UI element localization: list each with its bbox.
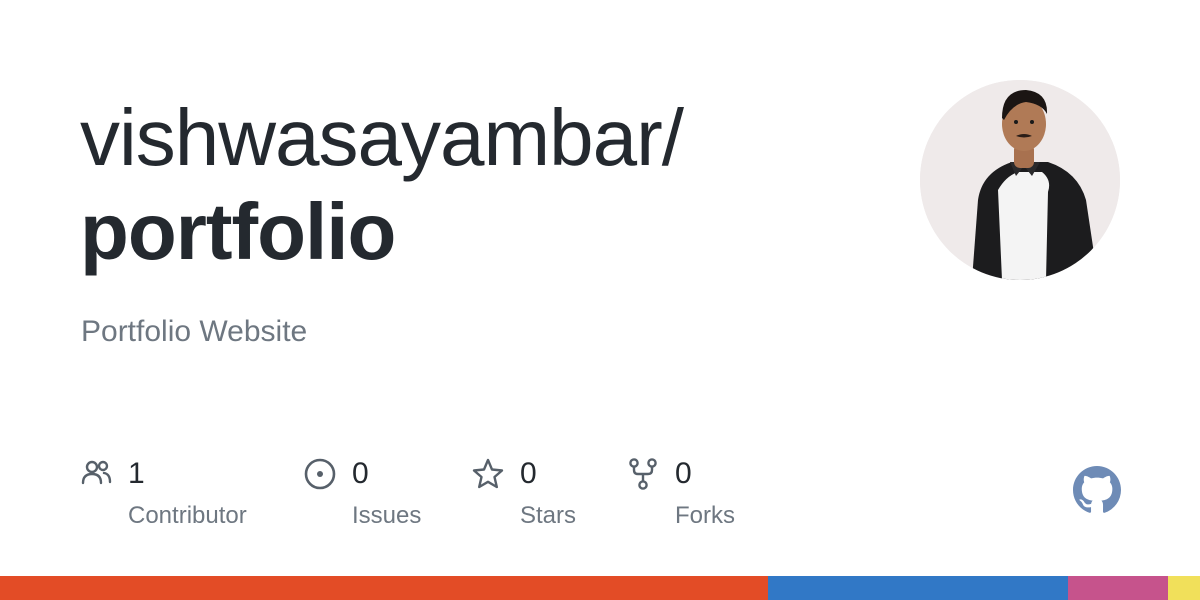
issue-opened-icon — [304, 458, 336, 490]
stat-label: Issues — [352, 502, 422, 529]
stat-label: Forks — [675, 502, 735, 529]
owner-avatar[interactable] — [920, 80, 1120, 280]
stat-count: 1 — [128, 457, 145, 490]
avatar-photo — [920, 80, 1120, 280]
language-bar-segment — [768, 576, 1068, 600]
stat-label: Stars — [520, 502, 577, 529]
repo-forked-icon — [629, 458, 657, 490]
repo-name[interactable]: portfolio — [80, 184, 396, 280]
stat-count: 0 — [675, 457, 692, 490]
language-bar-segment — [0, 576, 768, 600]
github-logo-icon[interactable] — [1073, 466, 1121, 514]
star-icon — [472, 458, 504, 489]
stat-count: 0 — [520, 457, 537, 490]
language-bar-segment — [1168, 576, 1200, 600]
repo-description: Portfolio Website — [81, 315, 308, 348]
stat-count: 0 — [352, 457, 369, 490]
stat-label: Contributor — [128, 502, 247, 529]
people-icon — [81, 460, 112, 485]
repo-owner[interactable]: vishwasayambar/ — [80, 90, 684, 186]
language-bar-segment — [1068, 576, 1168, 600]
